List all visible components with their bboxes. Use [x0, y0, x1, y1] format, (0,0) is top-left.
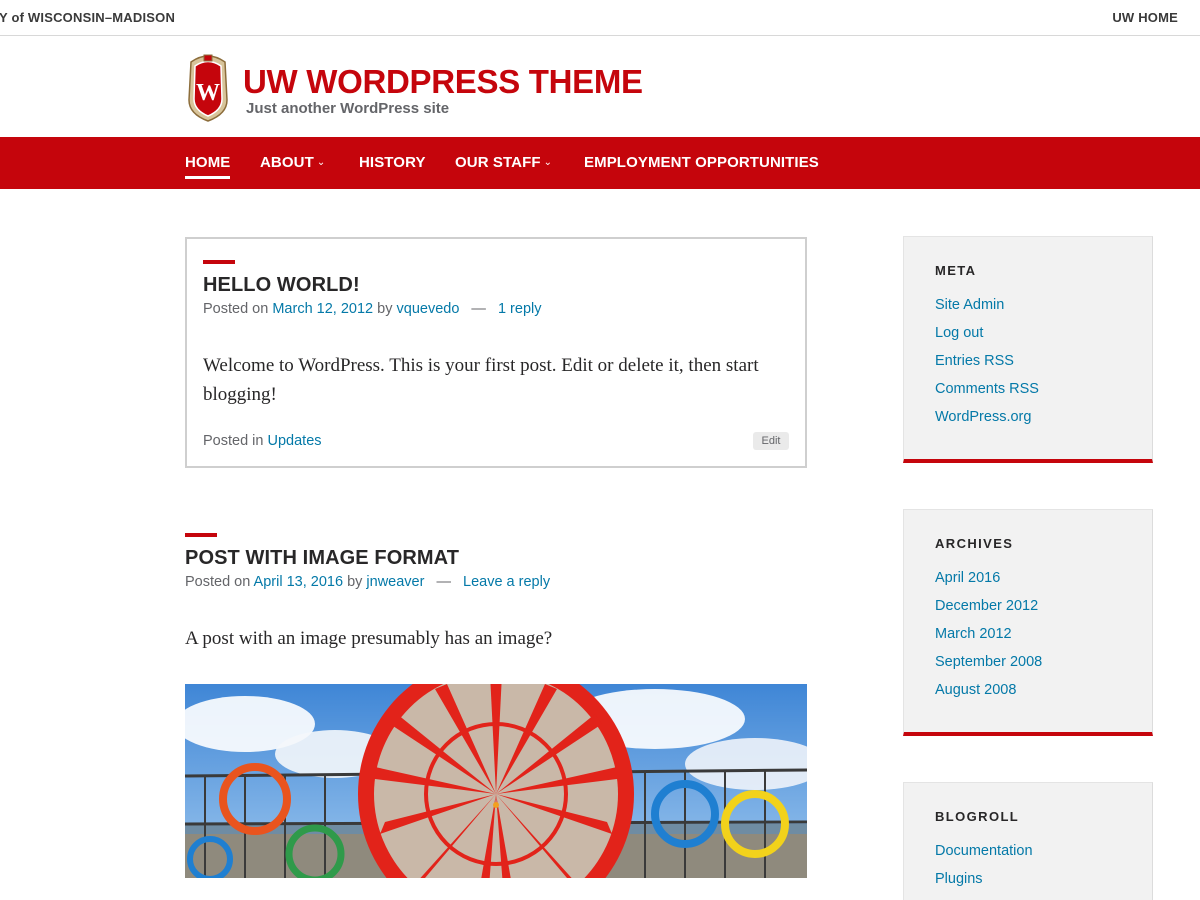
posted-in-label: Posted in — [203, 433, 264, 449]
meta-separator: — — [471, 301, 486, 317]
widget-meta: META Site Admin Log out Entries RSS Comm… — [903, 236, 1153, 463]
list-item: September 2008 — [935, 653, 1042, 681]
post-date-link[interactable]: April 13, 2016 — [254, 574, 343, 590]
archive-links: April 2016 December 2012 March 2012 Sept… — [935, 569, 1042, 709]
post-hello-world: HELLO WORLD! Posted on March 12, 2012 by… — [185, 237, 807, 468]
archive-link-december-2012[interactable]: December 2012 — [935, 598, 1038, 614]
list-item: Site Admin — [935, 296, 1039, 324]
nav-item-home[interactable]: HOME — [185, 154, 231, 179]
title-accent-rule — [203, 260, 235, 264]
list-item: Plugins — [935, 870, 1033, 898]
author-link[interactable]: jnweaver — [366, 574, 424, 590]
comments-link[interactable]: 1 reply — [498, 301, 542, 317]
by-label: by — [347, 574, 363, 590]
log-out-link[interactable]: Log out — [935, 325, 983, 341]
list-item: Log out — [935, 324, 1039, 352]
posted-on-label: Posted on — [203, 301, 269, 317]
nav-item-about[interactable]: ABOUT ⌄ — [260, 154, 325, 171]
post-date-link[interactable]: March 12, 2012 — [272, 301, 373, 317]
list-item: December 2012 — [935, 597, 1042, 625]
widget-title: META — [935, 263, 977, 278]
list-item: WordPress.org — [935, 408, 1039, 436]
edit-post-button[interactable]: Edit — [753, 432, 789, 450]
author-link[interactable]: vquevedo — [397, 301, 460, 317]
main-navigation: HOME ABOUT ⌄ HISTORY OUR STAFF ⌄ EMPLOYMEN… — [0, 137, 1200, 189]
meta-links: Site Admin Log out Entries RSS Comments … — [935, 296, 1039, 436]
widget-title: BLOGROLL — [935, 809, 1020, 824]
svg-text:W: W — [196, 80, 220, 106]
uw-home-link[interactable]: UW HOME — [1112, 10, 1178, 25]
category-link[interactable]: Updates — [268, 433, 322, 449]
posted-on-label: Posted on — [185, 574, 251, 590]
site-admin-link[interactable]: Site Admin — [935, 297, 1004, 313]
archive-link-september-2008[interactable]: September 2008 — [935, 654, 1042, 670]
widget-title: ARCHIVES — [935, 536, 1014, 551]
nav-item-our-staff[interactable]: OUR STAFF ⌄ — [455, 154, 552, 171]
university-name[interactable]: Y of WISCONSIN–MADISON — [0, 10, 175, 25]
post-meta: Posted on April 13, 2016 by jnweaver — L… — [185, 574, 550, 590]
documentation-link[interactable]: Documentation — [935, 843, 1033, 859]
site-description: Just another WordPress site — [246, 100, 450, 117]
top-bar: Y of WISCONSIN–MADISON UW HOME — [0, 0, 1200, 36]
post-content: Welcome to WordPress. This is your first… — [203, 355, 759, 405]
archive-link-march-2012[interactable]: March 2012 — [935, 626, 1012, 642]
meta-separator: — — [436, 574, 451, 590]
list-item: Comments RSS — [935, 380, 1039, 408]
uw-crest-logo[interactable]: W — [185, 52, 231, 122]
wordpress-org-link[interactable]: WordPress.org — [935, 409, 1031, 425]
comments-rss-link[interactable]: Comments RSS — [935, 381, 1039, 397]
title-accent-rule — [185, 533, 217, 537]
widget-archives: ARCHIVES April 2016 December 2012 March … — [903, 509, 1153, 736]
nav-item-history[interactable]: HISTORY — [359, 154, 426, 171]
list-item: Documentation — [935, 842, 1033, 870]
entries-rss-link[interactable]: Entries RSS — [935, 353, 1014, 369]
post-title[interactable]: POST WITH IMAGE FORMAT — [185, 547, 459, 570]
by-label: by — [377, 301, 393, 317]
archive-link-april-2016[interactable]: April 2016 — [935, 570, 1000, 586]
chevron-down-icon: ⌄ — [543, 157, 553, 168]
post-image-terrace-chairs — [185, 684, 807, 878]
post-content: A post with an image presumably has an i… — [185, 628, 553, 649]
list-item: August 2008 — [935, 681, 1042, 709]
list-item: Entries RSS — [935, 352, 1039, 380]
post-title[interactable]: HELLO WORLD! — [203, 274, 360, 297]
post-meta: Posted on March 12, 2012 by vquevedo — 1… — [203, 301, 541, 317]
widget-blogroll: BLOGROLL Documentation Plugins — [903, 782, 1153, 900]
list-item: April 2016 — [935, 569, 1042, 597]
blogroll-links: Documentation Plugins — [935, 842, 1033, 898]
site-title[interactable]: UW WORDPRESS THEME — [243, 63, 643, 101]
post-categories: Posted in Updates — [203, 433, 322, 449]
archive-link-august-2008[interactable]: August 2008 — [935, 682, 1016, 698]
list-item: March 2012 — [935, 625, 1042, 653]
comments-link[interactable]: Leave a reply — [463, 574, 550, 590]
plugins-link[interactable]: Plugins — [935, 871, 983, 887]
nav-item-employment-opportunities[interactable]: EMPLOYMENT OPPORTUNITIES — [584, 154, 819, 171]
chevron-down-icon: ⌄ — [316, 157, 326, 168]
